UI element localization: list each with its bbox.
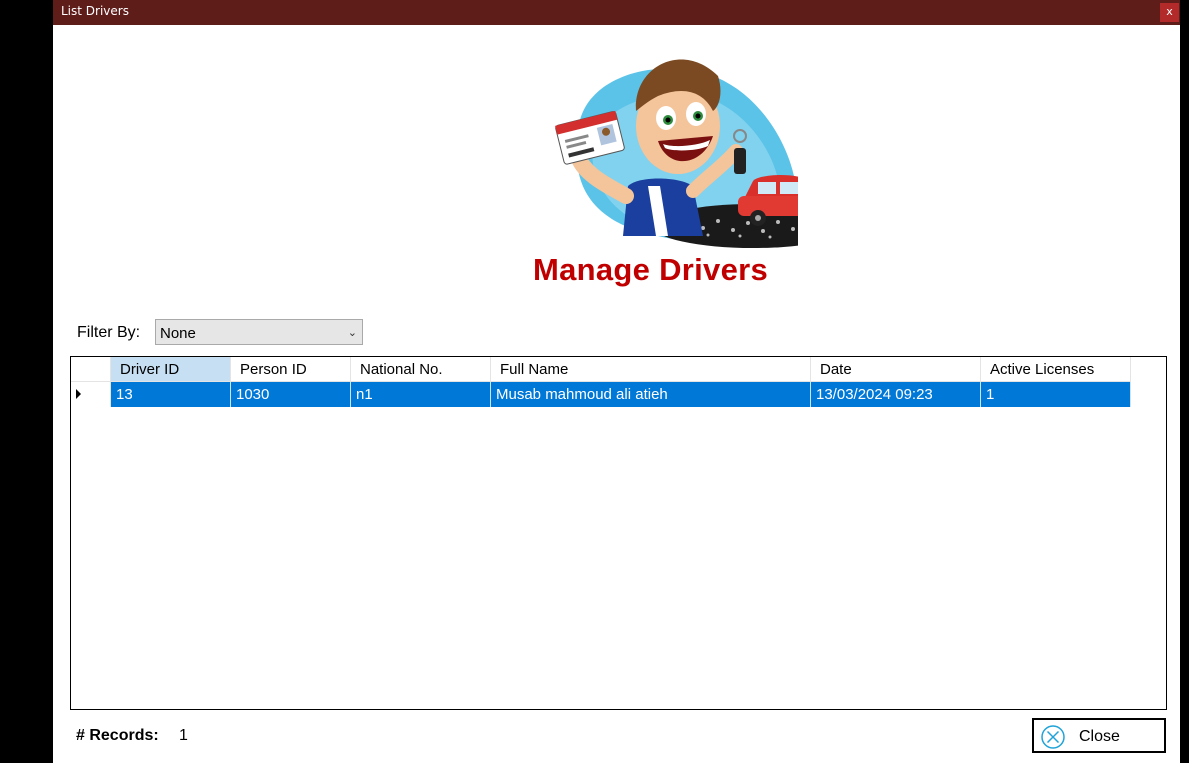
row-selector[interactable] <box>71 382 111 407</box>
chevron-down-icon[interactable]: ⌄ <box>348 326 357 339</box>
window-close-button[interactable]: x <box>1160 3 1179 22</box>
driver-logo-image <box>555 59 798 248</box>
cell-driver-id[interactable]: 13 <box>111 382 231 407</box>
records-label: # Records: <box>76 727 159 744</box>
close-circle-icon <box>1041 725 1065 749</box>
list-drivers-window: List Drivers x Manage Drivers Filter By:… <box>53 0 1180 763</box>
filter-by-dropdown[interactable]: None ⌄ <box>155 319 363 345</box>
column-header-person-id[interactable]: Person ID <box>231 357 351 382</box>
column-header-date[interactable]: Date <box>811 357 981 382</box>
desktop-background <box>1180 0 1189 763</box>
close-button[interactable]: Close <box>1032 718 1166 753</box>
cell-person-id[interactable]: 1030 <box>231 382 351 407</box>
table-row[interactable]: 13 1030 n1 Musab mahmoud ali atieh 13/03… <box>71 382 1133 407</box>
grid-header-row: Driver ID Person ID National No. Full Na… <box>71 357 1133 382</box>
cell-full-name[interactable]: Musab mahmoud ali atieh <box>491 382 811 407</box>
row-header-corner[interactable] <box>71 357 111 382</box>
drivers-grid[interactable]: Driver ID Person ID National No. Full Na… <box>70 356 1167 710</box>
cell-active-licenses[interactable]: 1 <box>981 382 1131 407</box>
column-header-driver-id[interactable]: Driver ID <box>111 357 231 382</box>
window-title: List Drivers <box>61 4 129 18</box>
close-button-label: Close <box>1079 728 1120 745</box>
filter-label: Filter By: <box>77 324 141 341</box>
cell-date[interactable]: 13/03/2024 09:23 <box>811 382 981 407</box>
cell-national-no[interactable]: n1 <box>351 382 491 407</box>
records-count: 1 <box>179 727 188 744</box>
title-bar[interactable]: List Drivers x <box>53 0 1180 25</box>
column-header-full-name[interactable]: Full Name <box>491 357 811 382</box>
filter-selected-value: None <box>160 325 196 342</box>
current-row-arrow-icon <box>76 389 81 399</box>
column-header-national-no[interactable]: National No. <box>351 357 491 382</box>
column-header-active-licenses[interactable]: Active Licenses <box>981 357 1131 382</box>
page-title: Manage Drivers <box>532 252 769 287</box>
